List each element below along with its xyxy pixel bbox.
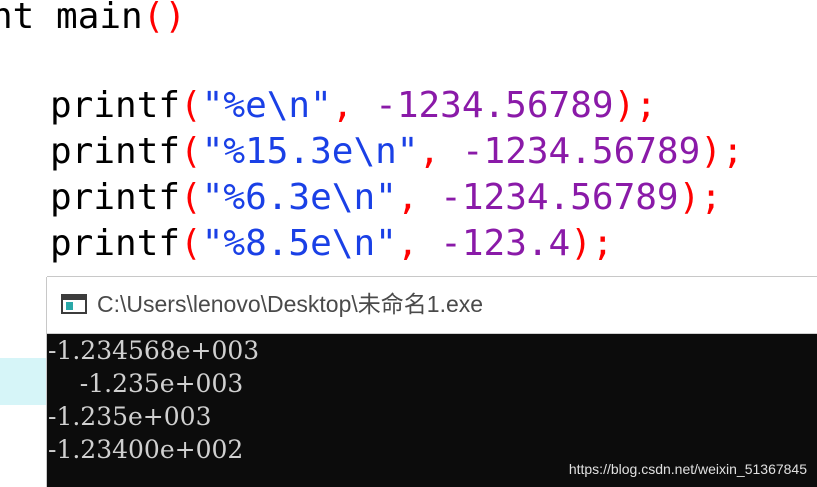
code-line-printf-2[interactable]: printf("%15.3e\n", -1234.56789); [50,129,744,175]
code-token: , [418,131,441,172]
code-token: ( [180,223,202,264]
console-output-line: -1.23400e+002 [48,435,244,464]
code-token: ( [180,131,202,172]
console-icon-screen [66,302,73,310]
watermark-url: https://blog.csdn.net/weixin_51367845 [568,461,807,477]
code-token: -1234.56789 [418,177,679,218]
code-token: "%e\n" [201,85,332,126]
code-token: ( [180,177,202,218]
console-window[interactable]: C:\Users\lenovo\Desktop\未命名1.exe -1.2345… [47,277,817,487]
console-output-line: -1.234568e+003 [48,336,260,365]
code-token: ) [678,177,701,218]
code-line-printf-4[interactable]: printf("%8.5e\n", -123.4); [50,221,614,267]
code-token: , [331,85,354,126]
code-token: printf [50,131,181,172]
code-token: ( [180,85,202,126]
code-line-printf-1[interactable]: printf("%e\n", -1234.56789); [50,83,657,129]
console-window-icon [61,294,87,314]
code-line-printf-3[interactable]: printf("%6.3e\n", -1234.56789); [50,175,722,221]
code-token: "%6.3e\n" [201,177,397,218]
console-output-line: -1.235e+003 [48,402,212,431]
code-token: -1234.56789 [440,131,701,172]
code-token: -1234.56789 [353,85,614,126]
code-token: printf [50,177,181,218]
code-token: , [396,223,419,264]
console-icon-bar [63,296,85,300]
code-token: "%15.3e\n" [201,131,419,172]
code-token: , [396,177,419,218]
code-token: ) [700,131,722,172]
code-token: ; [721,131,744,172]
code-token: ; [635,85,657,126]
code-token: ; [700,177,722,218]
console-output-area[interactable]: -1.234568e+003 -1.235e+003 -1.235e+003 -… [47,334,817,487]
code-token: "%8.5e\n" [201,223,397,264]
code-token: main [56,0,143,37]
code-token: -123.4 [418,223,571,264]
code-token: () [142,0,187,37]
code-token: printf [50,223,181,264]
console-title: C:\Users\lenovo\Desktop\未命名1.exe [97,291,484,317]
code-line-main[interactable]: nt main() [0,0,186,40]
console-output-line: -1.235e+003 [48,369,244,398]
code-token: ) [570,223,592,264]
console-titlebar[interactable]: C:\Users\lenovo\Desktop\未命名1.exe [47,277,817,334]
code-token: printf [50,85,181,126]
code-token: nt [0,0,35,37]
code-token: ) [613,85,636,126]
code-token: ; [591,223,614,264]
